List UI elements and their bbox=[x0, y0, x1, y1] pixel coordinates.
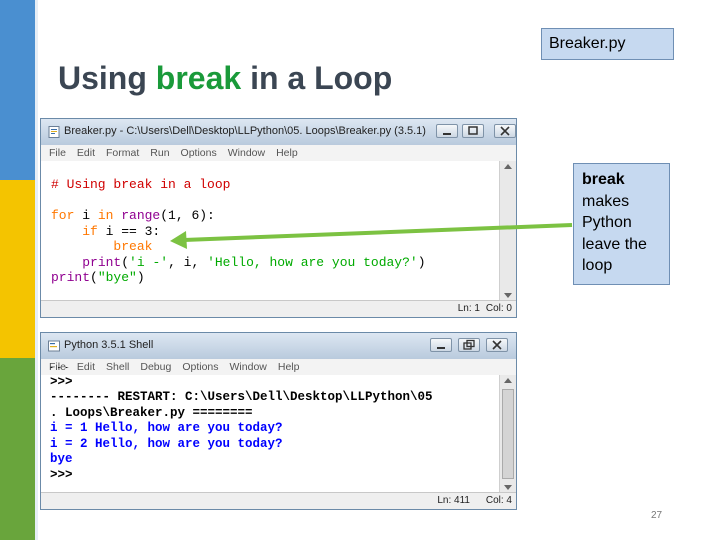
code-comment: # Using break in a loop bbox=[51, 177, 231, 192]
shell-prompt: >>> bbox=[50, 467, 73, 482]
minimize-icon bbox=[437, 347, 445, 349]
builtin-print: print bbox=[82, 254, 122, 270]
accent-stripe-yellow bbox=[0, 180, 35, 358]
kw-for: for bbox=[51, 208, 75, 223]
editor-title: Breaker.py - C:\Users\Dell\Desktop\LLPyt… bbox=[64, 125, 426, 137]
editor-menubar: File Edit Format Run Options Window Help bbox=[41, 145, 516, 161]
minimize-icon bbox=[443, 133, 451, 135]
editor-scrollbar[interactable] bbox=[499, 161, 516, 301]
shell-maximize-button[interactable] bbox=[458, 338, 480, 352]
close-button[interactable] bbox=[494, 124, 516, 138]
string-literal: "bye" bbox=[97, 270, 137, 285]
menu-help[interactable]: Help bbox=[276, 147, 298, 159]
minimize-button[interactable] bbox=[436, 124, 458, 138]
accent-stripe-green bbox=[0, 358, 35, 540]
shell-line-partial: >>> bbox=[50, 367, 433, 375]
builtin-print: print bbox=[51, 270, 91, 285]
print-args: , i, bbox=[168, 254, 208, 270]
menu-run[interactable]: Run bbox=[150, 147, 169, 159]
scroll-thumb[interactable] bbox=[502, 389, 514, 479]
kw-if: if bbox=[82, 223, 98, 239]
kw-break: break bbox=[113, 239, 153, 254]
python-shell-icon bbox=[48, 340, 60, 352]
menu-file[interactable]: File bbox=[49, 147, 66, 159]
menu-options[interactable]: Options bbox=[181, 147, 217, 159]
shell-titlebar: Python 3.5.1 Shell bbox=[41, 333, 516, 359]
code-line-5: print('i -', i, 'Hello, how are you toda… bbox=[51, 254, 426, 271]
code-line-1: # Using break in a loop bbox=[51, 177, 426, 193]
editor-titlebar: Breaker.py - C:\Users\Dell\Desktop\LLPyt… bbox=[41, 119, 516, 145]
stripe-divider bbox=[35, 0, 38, 540]
menu-format[interactable]: Format bbox=[106, 147, 139, 159]
kw-in: in bbox=[97, 208, 114, 223]
scroll-up-icon[interactable] bbox=[504, 164, 512, 169]
editor-window: Breaker.py - C:\Users\Dell\Desktop\LLPyt… bbox=[40, 118, 517, 318]
callout-line: leave the bbox=[582, 235, 647, 253]
restore-icon bbox=[463, 339, 475, 350]
shell-minimize-button[interactable] bbox=[430, 338, 452, 352]
scroll-up-icon[interactable] bbox=[504, 378, 512, 383]
title-keyword: break bbox=[155, 60, 242, 96]
page-number: 27 bbox=[651, 510, 663, 521]
title-prefix: Using bbox=[58, 60, 156, 96]
callout-line: loop bbox=[582, 257, 613, 274]
paren: ( bbox=[90, 270, 98, 285]
var-i: i bbox=[74, 208, 98, 223]
close-icon bbox=[500, 126, 510, 136]
file-name-label: Breaker.py bbox=[541, 28, 674, 60]
builtin-range: range bbox=[113, 208, 161, 223]
shell-statusbar: Ln: 411 Col: 4 bbox=[41, 492, 516, 509]
if-condition: i == 3: bbox=[97, 223, 161, 239]
shell-output-line: i = 2 Hello, how are you today? bbox=[50, 436, 283, 451]
shell-output-line: i = 1 Hello, how are you today? bbox=[50, 421, 283, 435]
maximize-icon bbox=[468, 126, 478, 135]
callout-line: Python bbox=[582, 214, 632, 231]
paren: ( bbox=[121, 254, 130, 270]
editor-code[interactable]: # Using break in a loop for i in range(1… bbox=[51, 177, 426, 286]
column-indicator: Col: 4 bbox=[485, 495, 512, 506]
shell-title: Python 3.5.1 Shell bbox=[64, 339, 154, 351]
paren: ) bbox=[417, 254, 426, 270]
slide-title: Using break in a Loop bbox=[58, 60, 392, 97]
shell-window: Python 3.5.1 Shell File Edit Shell Debug Opt… bbox=[40, 332, 517, 510]
scroll-down-icon[interactable] bbox=[504, 293, 512, 298]
shell-restart-line: -------- RESTART: C:\Users\Dell\Desktop\… bbox=[50, 390, 433, 404]
string-literal: 'Hello, how are you today?' bbox=[207, 254, 418, 270]
accent-stripe-blue bbox=[0, 0, 35, 180]
shell-prompt: >>> bbox=[50, 374, 73, 389]
shell-output-line: bye bbox=[50, 452, 73, 466]
line-indicator: Ln: 411 bbox=[437, 495, 470, 506]
range-args: (1, 6): bbox=[160, 208, 215, 223]
title-suffix: in a Loop bbox=[241, 60, 393, 96]
code-line-4: break bbox=[51, 239, 426, 255]
close-icon bbox=[492, 340, 502, 350]
callout-keyword: break bbox=[582, 171, 625, 188]
break-callout: break makes Python leave the loop bbox=[573, 163, 670, 285]
menu-window[interactable]: Window bbox=[228, 147, 265, 159]
scroll-down-icon[interactable] bbox=[504, 485, 512, 490]
editor-statusbar: Ln: 1 Col: 0 bbox=[41, 300, 516, 317]
python-file-icon bbox=[48, 126, 60, 138]
shell-output[interactable]: >>>>>>-------- RESTART: C:\Users\Dell\De… bbox=[50, 367, 433, 493]
paren: ) bbox=[136, 270, 145, 285]
column-indicator: Col: 0 bbox=[485, 303, 512, 314]
code-line-6: print("bye") bbox=[51, 270, 426, 286]
shell-restart-line: . Loops\Breaker.py ======== bbox=[50, 405, 253, 420]
callout-line: makes bbox=[582, 192, 630, 210]
code-line-2: for i in range(1, 6): bbox=[51, 208, 426, 224]
code-line-3: if i == 3: bbox=[51, 224, 426, 240]
shell-scrollbar[interactable] bbox=[499, 375, 516, 493]
maximize-button[interactable] bbox=[462, 124, 484, 138]
menu-edit[interactable]: Edit bbox=[77, 147, 95, 159]
shell-close-button[interactable] bbox=[486, 338, 508, 352]
string-literal: 'i -' bbox=[129, 254, 169, 270]
line-indicator: Ln: 1 bbox=[457, 303, 480, 314]
